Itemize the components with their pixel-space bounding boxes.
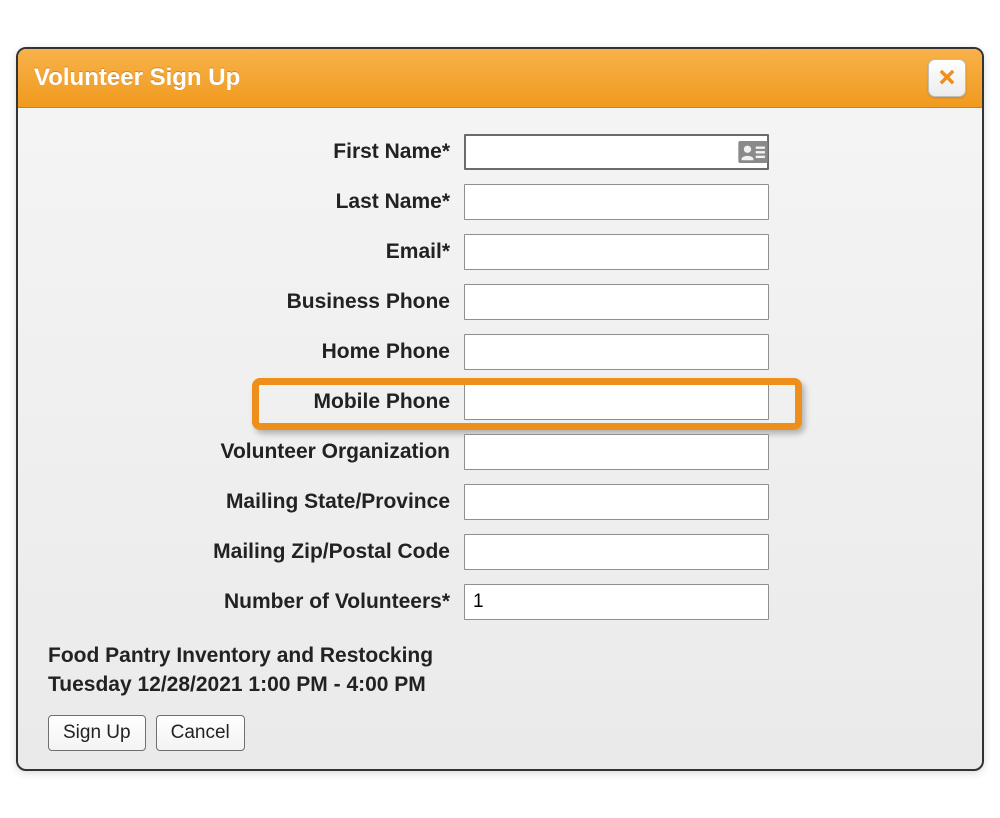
row-mailing-zip: Mailing Zip/Postal Code bbox=[48, 534, 952, 570]
row-last-name: Last Name* bbox=[48, 184, 952, 220]
row-mobile-phone: Mobile Phone bbox=[48, 384, 952, 420]
label-num-volunteers: Number of Volunteers* bbox=[48, 590, 464, 614]
event-info: Food Pantry Inventory and Restocking Tue… bbox=[48, 642, 952, 699]
signup-dialog: Volunteer Sign Up First Name* bbox=[16, 47, 984, 771]
business-phone-input[interactable] bbox=[464, 284, 769, 320]
button-row: Sign Up Cancel bbox=[48, 715, 952, 751]
num-volunteers-input[interactable] bbox=[464, 584, 769, 620]
label-email: Email* bbox=[48, 240, 464, 264]
cancel-button[interactable]: Cancel bbox=[156, 715, 245, 751]
close-button[interactable] bbox=[928, 59, 966, 97]
row-volunteer-org: Volunteer Organization bbox=[48, 434, 952, 470]
row-home-phone: Home Phone bbox=[48, 334, 952, 370]
mobile-phone-input[interactable] bbox=[464, 384, 769, 420]
event-datetime: Tuesday 12/28/2021 1:00 PM - 4:00 PM bbox=[48, 671, 952, 699]
row-first-name: First Name* bbox=[48, 134, 952, 170]
titlebar: Volunteer Sign Up bbox=[18, 49, 982, 108]
label-business-phone: Business Phone bbox=[48, 290, 464, 314]
label-mailing-zip: Mailing Zip/Postal Code bbox=[48, 540, 464, 564]
form-area: First Name* Last Name* Email* bbox=[18, 108, 982, 769]
last-name-input[interactable] bbox=[464, 184, 769, 220]
label-first-name: First Name* bbox=[48, 140, 464, 164]
home-phone-input[interactable] bbox=[464, 334, 769, 370]
signup-button[interactable]: Sign Up bbox=[48, 715, 146, 751]
row-email: Email* bbox=[48, 234, 952, 270]
mailing-zip-input[interactable] bbox=[464, 534, 769, 570]
autofill-contact-icon bbox=[738, 140, 768, 164]
first-name-input[interactable] bbox=[464, 134, 769, 170]
label-last-name: Last Name* bbox=[48, 190, 464, 214]
label-mailing-state: Mailing State/Province bbox=[48, 490, 464, 514]
label-volunteer-org: Volunteer Organization bbox=[48, 440, 464, 464]
label-mobile-phone: Mobile Phone bbox=[48, 390, 464, 414]
event-name: Food Pantry Inventory and Restocking bbox=[48, 642, 952, 670]
volunteer-org-input[interactable] bbox=[464, 434, 769, 470]
dialog-title: Volunteer Sign Up bbox=[34, 64, 240, 92]
email-input[interactable] bbox=[464, 234, 769, 270]
mailing-state-input[interactable] bbox=[464, 484, 769, 520]
row-mailing-state: Mailing State/Province bbox=[48, 484, 952, 520]
row-business-phone: Business Phone bbox=[48, 284, 952, 320]
close-icon bbox=[936, 67, 958, 89]
label-home-phone: Home Phone bbox=[48, 340, 464, 364]
row-num-volunteers: Number of Volunteers* bbox=[48, 584, 952, 620]
